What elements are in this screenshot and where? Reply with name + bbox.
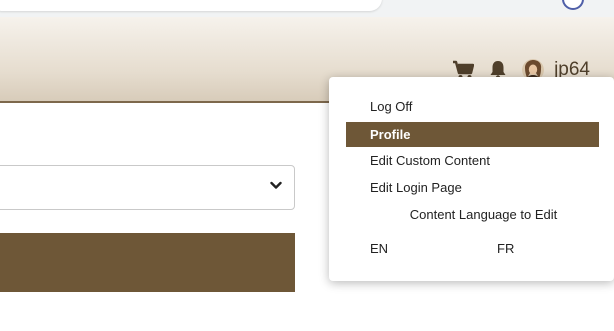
menu-item-edit-login-page[interactable]: Edit Login Page — [346, 175, 599, 200]
page-select[interactable] — [0, 165, 295, 210]
language-option-fr[interactable]: FR — [497, 241, 514, 256]
language-heading: Content Language to Edit — [409, 207, 558, 222]
browser-profile-icon[interactable] — [562, 0, 584, 10]
menu-item-edit-custom-content[interactable]: Edit Custom Content — [346, 148, 599, 173]
language-option-en[interactable]: EN — [370, 241, 388, 256]
chevron-down-icon — [270, 181, 282, 190]
menu-item-profile[interactable]: Profile — [346, 122, 599, 147]
menu-item-log-off[interactable]: Log Off — [346, 94, 599, 119]
browser-toolbar — [0, 0, 614, 17]
user-dropdown-menu: Log Off Profile Edit Custom Content Edit… — [329, 77, 614, 281]
content-banner — [0, 233, 295, 292]
address-bar[interactable] — [0, 0, 382, 11]
